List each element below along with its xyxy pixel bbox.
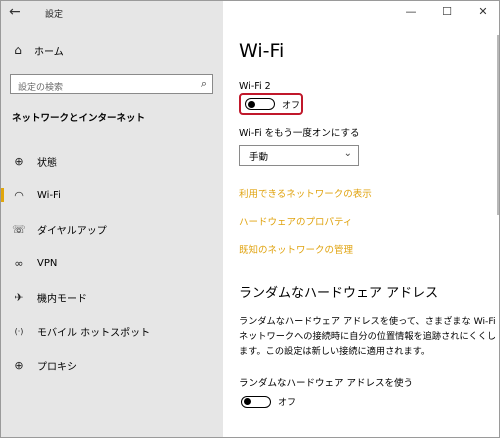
minimize-icon[interactable]: — (393, 1, 429, 27)
turn-back-on-dropdown[interactable]: 手動 ⌄ (239, 145, 359, 166)
sidebar-nav: ⊕ 状態 ◠ Wi-Fi ☏ ダイヤルアップ ∞ VPN ✈ 機内モード (·)… (1, 144, 223, 382)
back-arrow-icon[interactable]: ← (9, 4, 21, 20)
sidebar-item-label: プロキシ (37, 361, 77, 373)
hotspot-icon: (·) (14, 326, 24, 336)
sidebar-item-label: Wi-Fi (37, 189, 61, 201)
sidebar-item-label: ダイヤルアップ (37, 225, 107, 237)
airplane-icon: ✈ (14, 290, 24, 304)
phone-icon: ☏ (12, 222, 26, 236)
close-icon[interactable]: ✕ (465, 1, 499, 27)
sidebar-item-proxy[interactable]: ⊕ プロキシ (1, 348, 223, 382)
chevron-down-icon: ⌄ (343, 148, 352, 159)
hardware-properties-link[interactable]: ハードウェアのプロパティ (239, 214, 352, 228)
sidebar-item-vpn[interactable]: ∞ VPN (1, 246, 223, 280)
toggle-knob (248, 100, 255, 108)
section-title: ネットワークとインターネット (12, 113, 146, 124)
sidebar-item-label: モバイル ホットスポット (37, 327, 151, 339)
sidebar-item-wifi[interactable]: ◠ Wi-Fi (1, 178, 223, 212)
toggle-state-label: オフ (278, 398, 297, 408)
home-icon: ⌂ (14, 43, 22, 57)
search-icon[interactable]: ⌕ (201, 77, 207, 91)
turn-back-on-label: Wi-Fi をもう一度オンにする (239, 128, 360, 139)
sidebar-item-airplane-mode[interactable]: ✈ 機内モード (1, 280, 223, 314)
sidebar-item-label: 状態 (37, 157, 57, 169)
use-random-hw-address-label: ランダムなハードウェア アドレスを使う (239, 378, 414, 389)
random-hw-address-heading: ランダムなハードウェア アドレス (239, 286, 439, 301)
toggle-switch[interactable] (241, 395, 271, 408)
random-hw-address-description: ランダムなハードウェア アドレスを使って、さまざまな Wi-Fi ネットワークへ… (239, 316, 497, 357)
titlebar-left: ← 設定 (1, 1, 223, 27)
toggle-knob (244, 398, 251, 405)
page-title: Wi-Fi (239, 40, 285, 62)
sidebar-item-label: VPN (37, 257, 58, 269)
home-label: ホーム (34, 46, 64, 58)
manage-known-networks-link[interactable]: 既知のネットワークの管理 (239, 242, 353, 256)
maximize-icon[interactable]: ☐ (429, 1, 465, 27)
vpn-icon: ∞ (14, 256, 24, 270)
home-nav-item[interactable]: ⌂ ホーム (11, 41, 64, 59)
show-available-networks-link[interactable]: 利用できるネットワークの表示 (239, 186, 372, 200)
wifi-icon: ◠ (14, 188, 24, 202)
dropdown-value: 手動 (249, 151, 269, 163)
adapter-label: Wi-Fi 2 (239, 81, 271, 92)
toggle-state-label: オフ (282, 100, 301, 111)
globe-icon: ⊕ (14, 154, 24, 168)
search-input[interactable] (11, 79, 191, 97)
settings-window: ← 設定 ⌂ ホーム ⌕ ネットワークとインターネット ⊕ 状態 ◠ Wi-Fi… (0, 0, 500, 438)
main-panel: — ☐ ✕ Wi-Fi Wi-Fi 2 オフ Wi-Fi をもう一度オンにする … (223, 1, 499, 437)
search-box[interactable]: ⌕ (10, 74, 213, 97)
toggle-switch[interactable] (245, 98, 275, 110)
wifi-toggle[interactable]: オフ (239, 93, 303, 115)
globe-icon: ⊕ (14, 358, 24, 372)
scrollbar[interactable] (497, 35, 499, 215)
sidebar-item-dialup[interactable]: ☏ ダイヤルアップ (1, 212, 223, 246)
sidebar: ← 設定 ⌂ ホーム ⌕ ネットワークとインターネット ⊕ 状態 ◠ Wi-Fi… (1, 1, 223, 437)
random-hw-address-toggle[interactable]: オフ (241, 395, 296, 408)
sidebar-item-mobile-hotspot[interactable]: (·) モバイル ホットスポット (1, 314, 223, 348)
window-title: 設定 (45, 10, 64, 20)
window-controls: — ☐ ✕ (393, 1, 499, 27)
sidebar-item-label: 機内モード (37, 293, 87, 305)
sidebar-item-status[interactable]: ⊕ 状態 (1, 144, 223, 178)
